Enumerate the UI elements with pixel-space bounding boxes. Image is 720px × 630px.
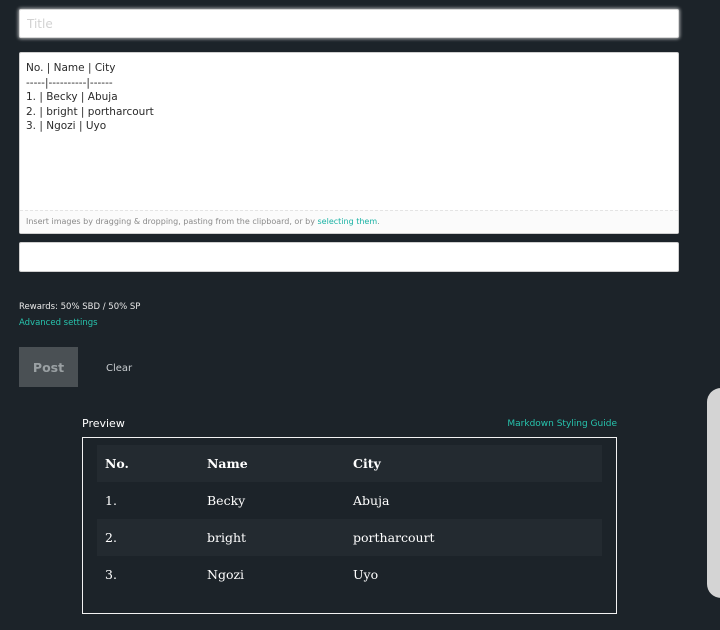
table-cell: Uyo <box>353 567 379 582</box>
table-cell: Becky <box>207 493 246 508</box>
table-cell: portharcourt <box>345 519 602 556</box>
upload-hint-end: . <box>377 217 380 226</box>
preview-label: Preview <box>82 417 125 430</box>
clear-button[interactable]: Clear <box>106 363 132 374</box>
post-body-editor[interactable]: No. | Name | City -----|----------|-----… <box>19 52 679 234</box>
table-row: 2. bright portharcourt <box>97 519 602 556</box>
table-cell: bright <box>199 519 345 556</box>
tags-input[interactable] <box>19 242 679 272</box>
upload-hint-text: Insert images by dragging & dropping, pa… <box>26 217 318 226</box>
preview-panel: No. Name City 1. Becky Abuja 2. bright p… <box>82 437 617 614</box>
side-widget[interactable] <box>707 388 720 598</box>
table-cell: 3. <box>105 567 117 582</box>
editor-content[interactable]: No. | Name | City -----|----------|-----… <box>20 53 678 134</box>
table-cell: Ngozi <box>207 567 245 582</box>
advanced-settings-link[interactable]: Advanced settings <box>19 318 98 328</box>
post-button[interactable]: Post <box>19 347 78 387</box>
markdown-guide-link[interactable]: Markdown Styling Guide <box>507 419 617 429</box>
table-header-cell: Name <box>199 445 345 482</box>
table-row: 1. Becky Abuja <box>97 482 602 519</box>
preview-table: No. Name City 1. Becky Abuja 2. bright p… <box>97 445 602 593</box>
table-header-cell: City <box>345 445 602 482</box>
table-cell: Abuja <box>353 493 390 508</box>
table-row: 3. Ngozi Uyo <box>97 556 602 593</box>
rewards-text: Rewards: 50% SBD / 50% SP <box>19 302 141 312</box>
table-header-cell: No. <box>97 445 199 482</box>
table-cell: 1. <box>105 493 117 508</box>
select-images-link[interactable]: selecting them <box>318 217 378 226</box>
editor-upload-hint: Insert images by dragging & dropping, pa… <box>20 210 678 233</box>
table-header-row: No. Name City <box>97 445 602 482</box>
table-cell: 2. <box>97 519 199 556</box>
title-input[interactable] <box>19 9 679 38</box>
